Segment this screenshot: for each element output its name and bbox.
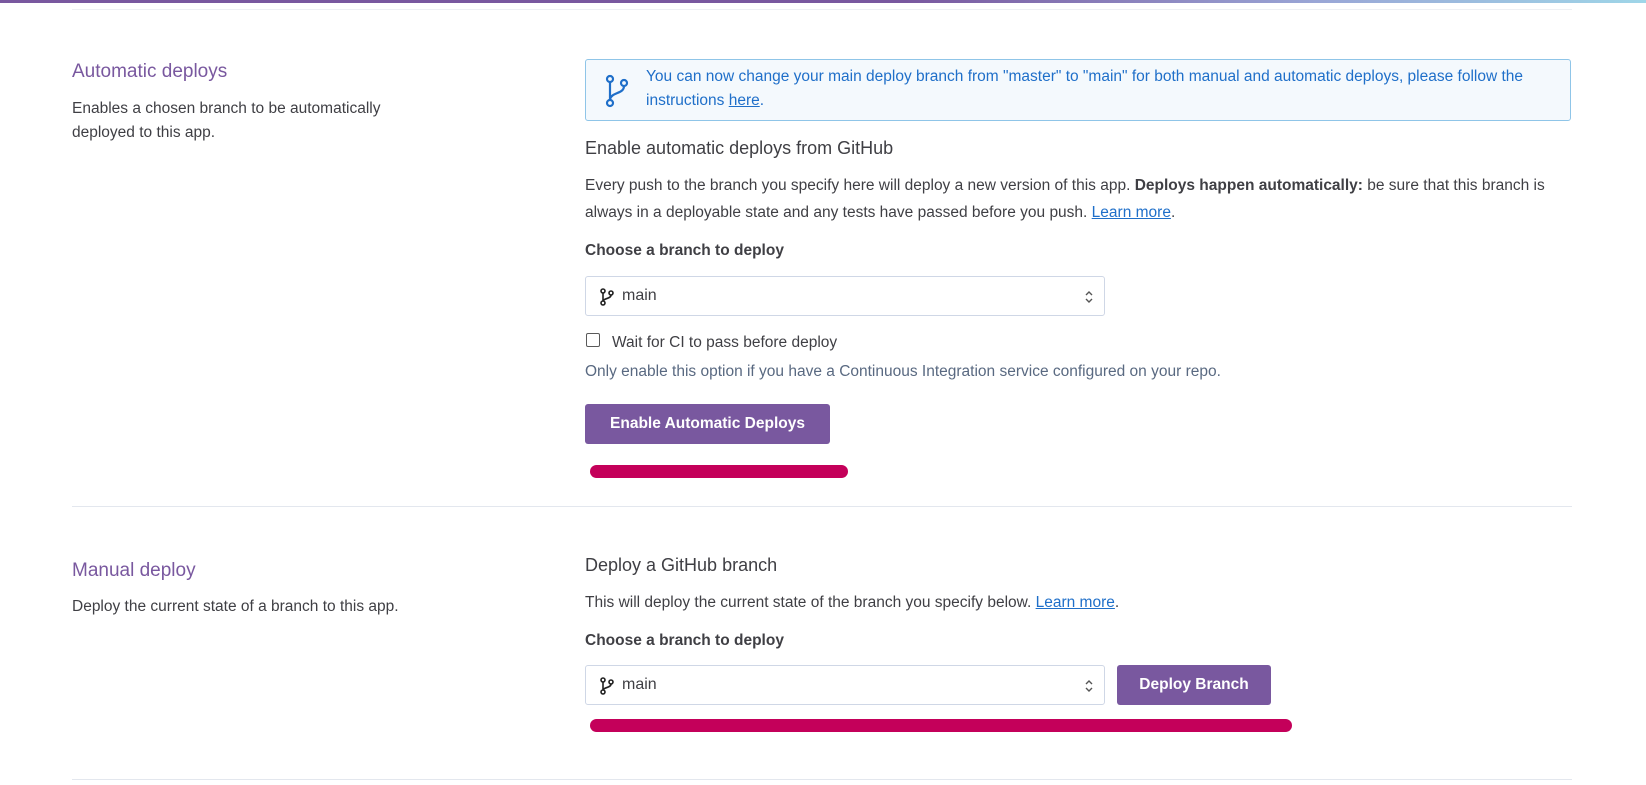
annotation-underline-manual xyxy=(590,719,1292,732)
automatic-deploys-body: Every push to the branch you specify her… xyxy=(585,177,1545,221)
manual-deploy-description: Deploy the current state of a branch to … xyxy=(72,598,399,615)
section-divider xyxy=(72,506,1572,507)
automatic-branch-value: main xyxy=(622,287,657,304)
manual-branch-label: Choose a branch to deploy xyxy=(585,632,784,649)
branch-rename-notice: You can now change your main deploy bran… xyxy=(585,59,1571,121)
automatic-learn-more-link[interactable]: Learn more xyxy=(1092,204,1171,221)
automatic-deploys-description: Enables a chosen branch to be automatica… xyxy=(72,100,381,141)
manual-deploy-heading: Deploy a GitHub branch xyxy=(585,555,778,575)
select-updown-icon xyxy=(1085,680,1093,692)
manual-deploy-title: Manual deploy xyxy=(72,560,196,581)
select-updown-icon xyxy=(1085,291,1093,303)
bottom-divider xyxy=(72,779,1572,780)
branch-icon xyxy=(600,288,614,306)
manual-branch-select[interactable]: main xyxy=(585,665,1105,705)
manual-deploy-body: This will deploy the current state of th… xyxy=(585,594,1120,611)
automatic-deploys-title: Automatic deploys xyxy=(72,61,228,82)
wait-for-ci-hint: Only enable this option if you have a Co… xyxy=(585,363,1221,380)
notice-text: You can now change your main deploy bran… xyxy=(646,68,1524,109)
enable-automatic-deploys-button[interactable]: Enable Automatic Deploys xyxy=(585,404,830,444)
notice-here-link[interactable]: here xyxy=(729,92,760,109)
branch-icon xyxy=(600,677,614,695)
automatic-branch-label: Choose a branch to deploy xyxy=(585,242,784,259)
automatic-deploys-heading: Enable automatic deploys from GitHub xyxy=(585,138,894,158)
top-divider xyxy=(72,9,1572,10)
automatic-branch-select[interactable]: main xyxy=(585,276,1105,316)
git-branch-icon xyxy=(605,74,629,108)
top-accent-bar xyxy=(0,0,1646,3)
wait-for-ci-checkbox[interactable] xyxy=(586,333,600,347)
manual-learn-more-link[interactable]: Learn more xyxy=(1036,594,1115,611)
wait-for-ci-label: Wait for CI to pass before deploy xyxy=(612,334,838,351)
annotation-underline-automatic xyxy=(590,465,848,478)
manual-branch-value: main xyxy=(622,676,657,693)
deploy-branch-button[interactable]: Deploy Branch xyxy=(1117,665,1271,705)
